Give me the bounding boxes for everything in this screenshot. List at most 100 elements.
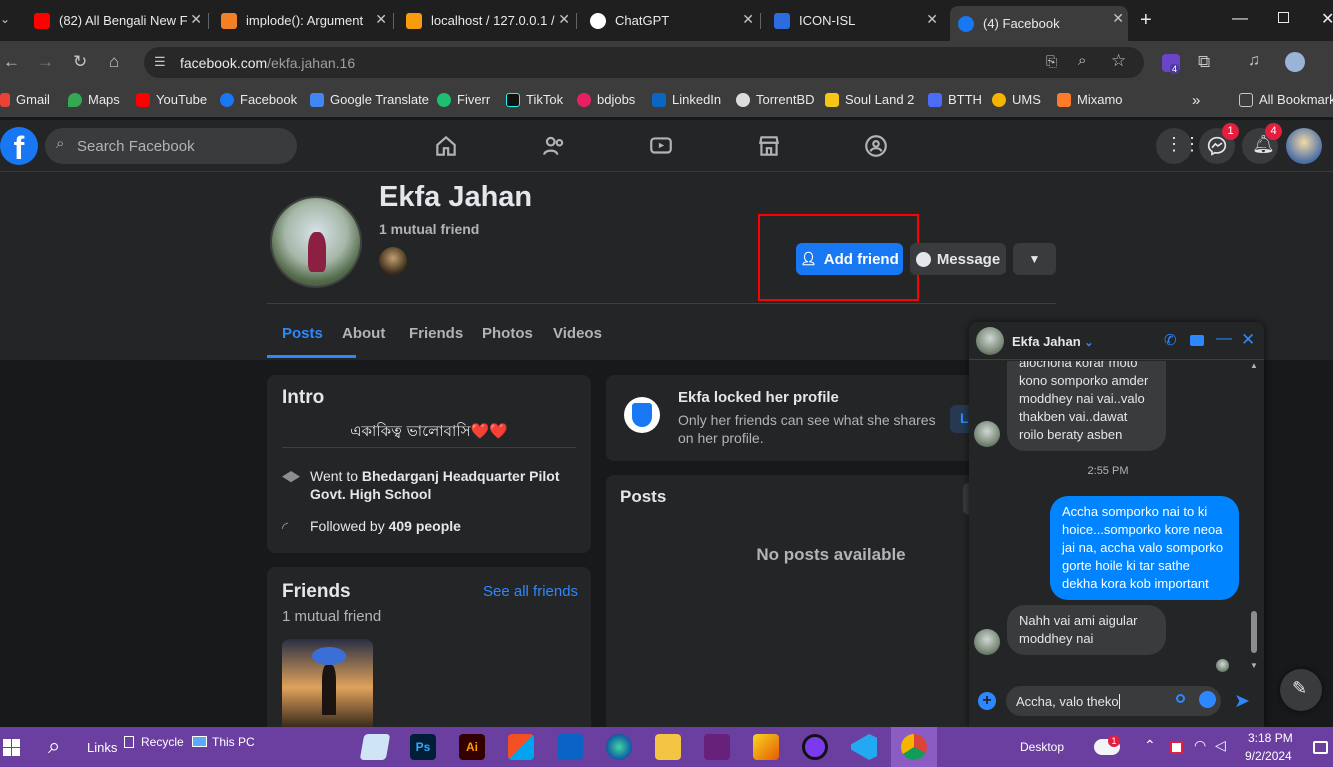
emoji-icon[interactable] bbox=[1199, 691, 1216, 708]
facebook-logo[interactable]: f bbox=[0, 127, 38, 166]
desktop-toolbar[interactable]: Desktop bbox=[1020, 740, 1064, 754]
browser-menu-icon[interactable]: ⋮ bbox=[1326, 52, 1333, 72]
send-icon[interactable]: ➤ bbox=[1234, 690, 1250, 713]
bookmark-google-translate[interactable]: Google Translate bbox=[310, 92, 429, 107]
chat-scrollbar[interactable]: ▲ ▼ bbox=[1248, 361, 1260, 673]
home-icon[interactable]: ⌂ bbox=[109, 52, 119, 72]
tab-videos[interactable]: Videos bbox=[553, 325, 602, 342]
site-info-icon[interactable]: ☰ bbox=[154, 54, 166, 70]
github-desktop-icon[interactable] bbox=[802, 734, 828, 760]
mutual-friend-avatar[interactable] bbox=[379, 247, 407, 275]
message-input[interactable]: Accha, valo theko bbox=[1006, 686, 1221, 716]
groups-icon[interactable] bbox=[863, 133, 889, 159]
phone-icon[interactable]: ✆ bbox=[1164, 331, 1177, 349]
friend-thumbnail[interactable] bbox=[282, 639, 373, 727]
recycle-bin-icon[interactable] bbox=[124, 736, 134, 748]
minimize-chat-icon[interactable]: — bbox=[1216, 330, 1232, 348]
notepad-icon[interactable] bbox=[359, 734, 391, 760]
profile-picture[interactable] bbox=[270, 196, 362, 288]
new-tab-button[interactable]: + bbox=[1140, 9, 1152, 32]
bookmark-soul-land[interactable]: Soul Land 2 bbox=[825, 92, 914, 107]
tab-facebook[interactable]: (4) Facebook ✕ bbox=[950, 6, 1128, 41]
tray-overflow-icon[interactable]: ⌃ bbox=[1144, 737, 1156, 754]
tab-posts[interactable]: Posts bbox=[282, 325, 323, 342]
mutual-friends-text[interactable]: 1 mutual friend bbox=[379, 221, 479, 237]
bookmark-mixamo[interactable]: Mixamo bbox=[1057, 92, 1123, 107]
facebook-search-input[interactable]: ⌕ Search Facebook bbox=[45, 128, 297, 164]
bookmark-gmail[interactable]: Gmail bbox=[0, 92, 50, 107]
friends-icon[interactable] bbox=[541, 133, 567, 159]
minimize-button[interactable]: — bbox=[1232, 10, 1248, 28]
bookmarks-overflow-icon[interactable]: » bbox=[1192, 92, 1200, 109]
chrome-taskbar-button[interactable] bbox=[891, 727, 937, 767]
tab-phpmyadmin[interactable]: localhost / 127.0.0.1 / ✕ bbox=[398, 7, 574, 34]
links-toolbar[interactable]: Links bbox=[87, 740, 117, 755]
followers-link[interactable]: 409 people bbox=[389, 518, 461, 534]
restore-button[interactable] bbox=[1278, 12, 1289, 23]
close-window-button[interactable]: ✕ bbox=[1321, 9, 1333, 29]
bookmark-fiverr[interactable]: Fiverr bbox=[437, 92, 490, 107]
this-pc-label[interactable]: This PC bbox=[212, 735, 255, 749]
clock-time[interactable]: 3:18 PM bbox=[1248, 731, 1293, 745]
close-icon[interactable]: ✕ bbox=[1112, 10, 1124, 27]
visual-studio-icon[interactable] bbox=[704, 734, 730, 760]
antivirus-icon[interactable] bbox=[1170, 741, 1183, 754]
zoom-icon[interactable]: ⌕ bbox=[1078, 52, 1086, 69]
tab-photos[interactable]: Photos bbox=[482, 325, 533, 342]
notification-center-icon[interactable] bbox=[1313, 741, 1328, 754]
search-icon[interactable]: ⌕ bbox=[48, 733, 60, 759]
tab-implode[interactable]: implode(): Argument ✕ bbox=[213, 7, 391, 34]
bookmark-linkedin[interactable]: LinkedIn bbox=[652, 92, 721, 107]
home-icon[interactable] bbox=[433, 133, 459, 159]
media-control-icon[interactable]: ♫ bbox=[1248, 52, 1260, 70]
add-friend-button[interactable]: 👤︎ Add friend bbox=[796, 243, 903, 275]
more-options-button[interactable]: ▼ bbox=[1013, 243, 1056, 275]
bookmark-youtube[interactable]: YouTube bbox=[136, 92, 207, 107]
chat-contact-avatar[interactable] bbox=[976, 327, 1004, 355]
sticky-app-icon[interactable] bbox=[753, 734, 779, 760]
tab-youtube[interactable]: (82) All Bengali New F ✕ bbox=[26, 7, 206, 34]
menu-grid-button[interactable]: ⋮⋮ bbox=[1156, 128, 1201, 164]
photoshop-icon[interactable]: Ps bbox=[410, 734, 436, 760]
address-bar[interactable]: ☰ facebook.com/ekfa.jahan.16 ⎘ ⌕ ☆ bbox=[144, 47, 1144, 78]
message-button[interactable]: Message bbox=[910, 243, 1006, 275]
mail-icon[interactable] bbox=[557, 734, 583, 760]
grammar-icon[interactable] bbox=[1176, 694, 1185, 703]
windows-start-icon[interactable] bbox=[3, 739, 20, 756]
close-icon[interactable]: ✕ bbox=[375, 11, 387, 28]
account-avatar[interactable] bbox=[1286, 128, 1322, 164]
new-message-button[interactable]: ✎ bbox=[1280, 669, 1322, 711]
marketplace-icon[interactable] bbox=[756, 133, 782, 159]
install-app-icon[interactable]: ⎘ bbox=[1046, 53, 1057, 70]
close-icon[interactable]: ✕ bbox=[742, 11, 754, 28]
back-icon[interactable]: ← bbox=[3, 52, 20, 72]
close-icon[interactable]: ✕ bbox=[926, 11, 938, 28]
tab-friends[interactable]: Friends bbox=[409, 325, 463, 342]
bookmark-ums[interactable]: UMS bbox=[992, 92, 1041, 107]
edge-icon[interactable] bbox=[606, 734, 632, 760]
all-bookmarks[interactable]: All Bookmarks bbox=[1239, 92, 1333, 107]
close-icon[interactable]: ✕ bbox=[558, 11, 570, 28]
wifi-icon[interactable]: ◠ bbox=[1194, 737, 1206, 754]
bookmark-bdjobs[interactable]: bdjobs bbox=[577, 92, 635, 107]
tab-icon-isl[interactable]: ICON-ISL ✕ bbox=[766, 7, 942, 34]
illustrator-icon[interactable]: Ai bbox=[459, 734, 485, 760]
bookmark-star-icon[interactable]: ☆ bbox=[1111, 51, 1126, 71]
video-icon[interactable] bbox=[648, 133, 674, 159]
bookmark-torrentbd[interactable]: TorrentBD bbox=[736, 92, 815, 107]
chat-contact-name[interactable]: Ekfa Jahan ⌄ bbox=[1012, 334, 1094, 349]
recycle-bin-label[interactable]: Recycle bbox=[141, 735, 184, 749]
forward-icon[interactable]: → bbox=[37, 52, 54, 72]
file-explorer-icon[interactable] bbox=[655, 734, 681, 760]
extensions-puzzle-icon[interactable]: ⧉ bbox=[1198, 52, 1210, 72]
close-icon[interactable]: ✕ bbox=[190, 11, 202, 28]
bookmark-btth[interactable]: BTTH bbox=[928, 92, 982, 107]
reload-icon[interactable]: ↻ bbox=[73, 52, 87, 72]
tab-search-dropdown[interactable]: ⌄ bbox=[0, 12, 14, 30]
bookmark-facebook[interactable]: Facebook bbox=[220, 92, 297, 107]
see-all-friends-link[interactable]: See all friends bbox=[483, 583, 578, 600]
profile-avatar[interactable] bbox=[1285, 52, 1305, 72]
microsoft-store-icon[interactable] bbox=[508, 734, 534, 760]
bookmark-maps[interactable]: Maps bbox=[68, 92, 120, 107]
volume-icon[interactable]: ◁ bbox=[1215, 737, 1226, 754]
